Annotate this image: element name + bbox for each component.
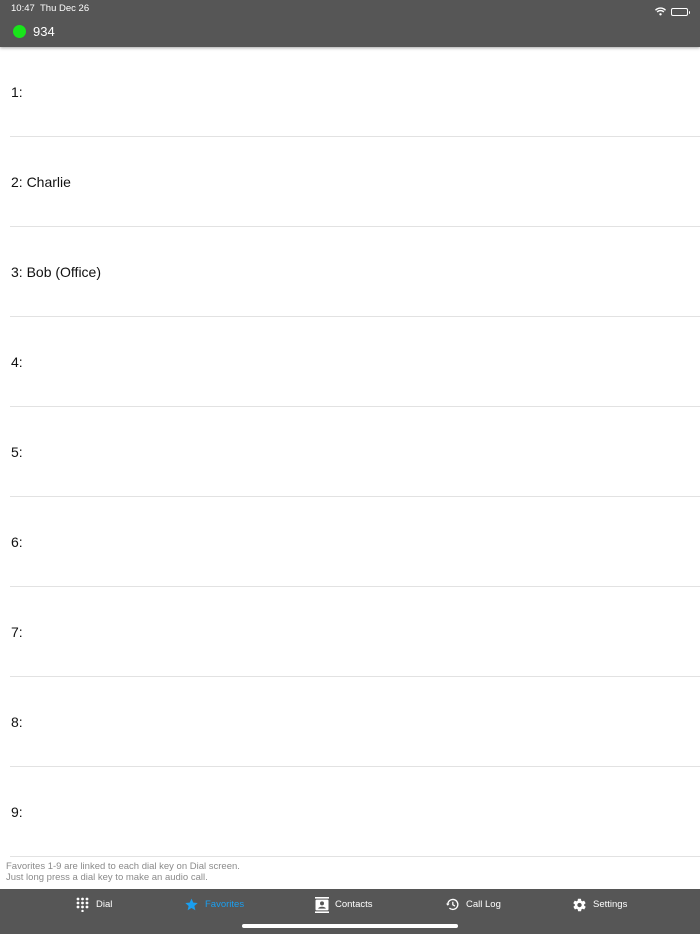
presence-status-dot: [13, 25, 26, 38]
star-icon: [184, 897, 199, 912]
wifi-icon: [655, 3, 666, 21]
favorite-label: 7:: [11, 624, 23, 640]
tab-settings[interactable]: Settings: [572, 897, 627, 912]
tab-dial-label: Dial: [96, 899, 113, 910]
tab-contacts[interactable]: Contacts: [314, 896, 373, 913]
favorite-label: 2: Charlie: [11, 174, 71, 190]
favorite-row-4[interactable]: 4:: [10, 317, 700, 407]
tab-call-log-label: Call Log: [466, 899, 501, 910]
tab-contacts-label: Contacts: [335, 899, 373, 910]
tab-settings-label: Settings: [593, 899, 628, 910]
status-date: Thu Dec 26: [40, 3, 90, 14]
favorites-list: 1: 2: Charlie 3: Bob (Office) 4: 5: 6: 7…: [0, 47, 700, 857]
history-icon: [445, 897, 460, 912]
app-header: 10:47 Thu Dec 26 934: [0, 0, 700, 47]
favorite-label: 8:: [11, 714, 23, 730]
favorite-row-7[interactable]: 7:: [10, 587, 700, 677]
favorite-row-1[interactable]: 1:: [10, 47, 700, 137]
favorite-label: 3: Bob (Office): [11, 264, 102, 280]
favorite-row-5[interactable]: 5:: [10, 407, 700, 497]
favorite-label: 1:: [11, 84, 23, 100]
status-time: 10:47: [11, 3, 35, 14]
favorite-label: 9:: [11, 804, 23, 820]
tab-call-log[interactable]: Call Log: [445, 897, 501, 912]
tab-favorites-label: Favorites: [205, 899, 245, 910]
tab-dial[interactable]: Dial: [75, 897, 112, 912]
contact-card-icon: [314, 896, 329, 913]
help-line-1: Favorites 1-9 are linked to each dial ke…: [6, 861, 240, 872]
favorite-label: 6:: [11, 534, 23, 550]
status-icons: [655, 3, 690, 21]
favorite-row-6[interactable]: 6:: [10, 497, 700, 587]
help-line-2: Just long press a dial key to make an au…: [6, 872, 208, 883]
home-indicator[interactable]: [242, 924, 458, 928]
account-number: 934: [33, 24, 55, 39]
favorite-row-8[interactable]: 8:: [10, 677, 700, 767]
favorite-row-2[interactable]: 2: Charlie: [10, 137, 700, 227]
favorite-label: 4:: [11, 354, 23, 370]
favorite-label: 5:: [11, 444, 23, 460]
gear-icon: [572, 897, 587, 912]
dialpad-icon: [75, 897, 90, 912]
favorite-row-3[interactable]: 3: Bob (Office): [10, 227, 700, 317]
favorites-help-text: Favorites 1-9 are linked to each dial ke…: [6, 861, 240, 883]
favorite-row-9[interactable]: 9:: [10, 767, 700, 857]
tab-favorites[interactable]: Favorites: [184, 897, 244, 912]
battery-icon: [671, 8, 690, 16]
